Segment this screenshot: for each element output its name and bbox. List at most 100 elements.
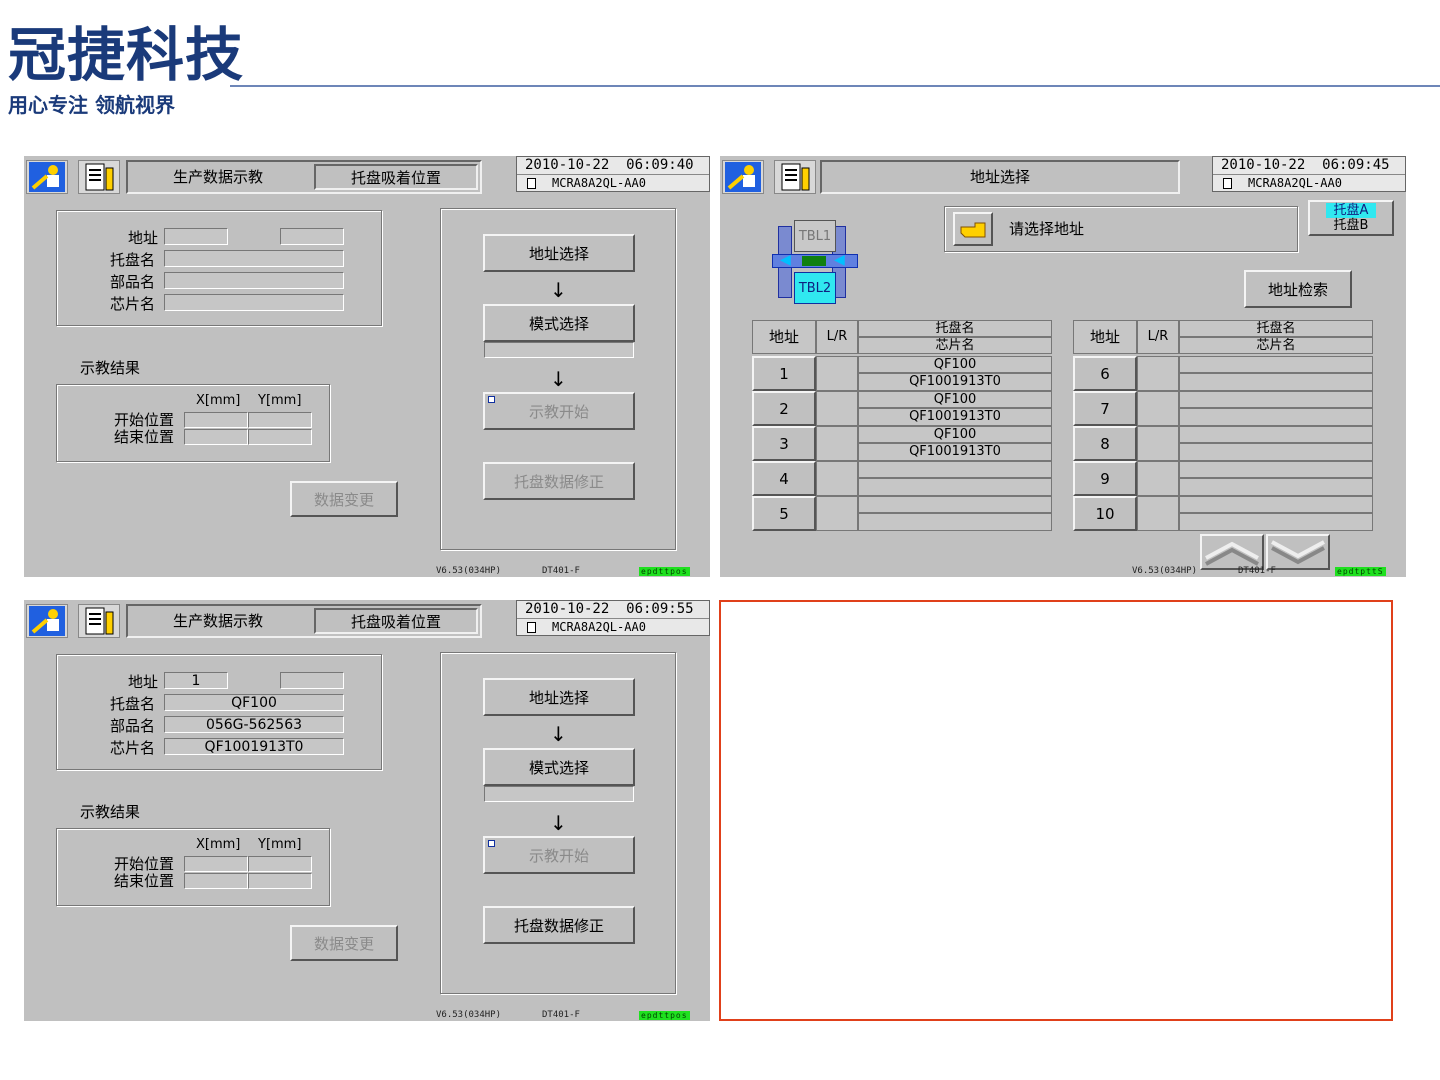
tray-name-cell: QF100 [858,356,1052,373]
address-button[interactable]: 3 [752,426,816,461]
page-up-button[interactable] [1200,534,1264,570]
tray-name-cell [1179,356,1373,373]
datetime: 2010-10-22 06:09:45 [1221,157,1390,173]
start-y-field[interactable] [248,856,312,872]
col-y-header: Y[mm] [258,837,302,852]
header-divider [230,85,1440,87]
address-select-button[interactable]: 地址选择 [483,678,635,716]
status-indicator: epdtpttS [1335,567,1386,576]
chevron-down-icon [1271,540,1325,565]
address-select-screen: 地址选择 2010-10-22 06:09:45 MCRA8A2QL-AA0 T… [720,156,1406,577]
address-button[interactable]: 1 [752,356,816,391]
end-y-field[interactable] [248,873,312,889]
model-name: MCRA8A2QL-AA0 [552,176,646,190]
operator-icon[interactable] [26,160,68,194]
teach-start-label: 示教开始 [528,402,589,421]
address-button[interactable]: 8 [1073,426,1137,461]
tbl1-block[interactable]: TBL1 [794,220,836,252]
empty-placeholder-frame [719,600,1393,1021]
device-label: DT401-F [542,1010,580,1020]
lr-cell [816,356,858,391]
address-select-button[interactable]: 地址选择 [483,234,635,272]
address-field[interactable] [164,228,228,245]
start-y-field[interactable] [248,412,312,428]
device-label: DT401-F [542,566,580,576]
mode-display-field [484,342,634,358]
mode-select-button[interactable]: 模式选择 [483,304,635,342]
tray-data-fix-button[interactable]: 托盘数据修正 [483,462,635,500]
address-button[interactable]: 7 [1073,391,1137,426]
tab-title: 生产数据示教 [172,612,263,630]
tab-subtitle: 托盘吸着位置 [314,608,478,634]
address-extra-field[interactable] [280,228,344,245]
operator-icon[interactable] [722,160,764,194]
lr-cell [1137,496,1179,531]
tab-header: 生产数据示教 托盘吸着位置 [126,604,482,638]
document-icon[interactable] [78,160,120,194]
mode-select-button[interactable]: 模式选择 [483,748,635,786]
address-button[interactable]: 5 [752,496,816,531]
chip-name-field[interactable] [164,294,344,311]
chip-name-cell: QF1001913T0 [858,373,1052,391]
address-button[interactable]: 6 [1073,356,1137,391]
operator-icon[interactable] [26,604,68,638]
tray-name-field[interactable] [164,250,344,267]
address-button[interactable]: 10 [1073,496,1137,531]
teach-start-button[interactable]: 示教开始 [483,836,635,874]
tray-a-option[interactable]: 托盘A [1325,203,1377,218]
tray-name-field[interactable]: QF100 [164,694,344,711]
version-label: V6.53(034HP) [436,566,502,576]
left-arrow-icon: ◀ [834,252,845,268]
address-button[interactable]: 4 [752,461,816,496]
pointing-hand-icon [953,212,993,246]
address-field[interactable]: 1 [164,672,228,689]
tbl2-block[interactable]: TBL2 [794,272,836,304]
prompt-box: 请选择地址 [944,206,1298,252]
tab-subtitle: 托盘吸着位置 [314,164,478,190]
end-x-field[interactable] [184,429,248,445]
address-button[interactable]: 2 [752,391,816,426]
end-y-field[interactable] [248,429,312,445]
header-address: 地址 [1073,320,1137,354]
lr-cell [1137,356,1179,391]
label-tray-name: 托盘名 [110,251,156,269]
address-search-button[interactable]: 地址检索 [1244,270,1352,308]
address-table-right: 地址 L/R 托盘名 芯片名 6 7 8 9 10 [1073,320,1373,534]
data-change-button[interactable]: 数据变更 [290,925,398,961]
label-address: 地址 [128,229,159,247]
tray-b-option[interactable]: 托盘B [1334,218,1369,233]
page-down-button[interactable] [1266,534,1330,570]
tab-header: 生产数据示教 托盘吸着位置 [126,160,482,194]
chip-name-cell [1179,443,1373,461]
address-button[interactable]: 9 [1073,461,1137,496]
label-tray-name: 托盘名 [110,695,156,713]
part-name-field[interactable]: 056G-562563 [164,716,344,733]
chip-name-field[interactable]: QF1001913T0 [164,738,344,755]
address-extra-field[interactable] [280,672,344,689]
tray-name-cell [858,461,1052,478]
start-x-field[interactable] [184,412,248,428]
end-x-field[interactable] [184,873,248,889]
teach-start-button[interactable]: 示教开始 [483,392,635,430]
tray-name-cell [858,496,1052,513]
tray-name-cell [1179,461,1373,478]
version-label: V6.53(034HP) [1132,566,1198,576]
status-indicator: epdttpos [639,1011,690,1020]
device-label: DT401-F [1238,566,1276,576]
part-name-field[interactable] [164,272,344,289]
data-change-button[interactable]: 数据变更 [290,481,398,517]
start-x-field[interactable] [184,856,248,872]
tray-data-fix-button[interactable]: 托盘数据修正 [483,906,635,944]
tab-title: 地址选择 [820,160,1180,194]
col-x-header: X[mm] [196,837,241,852]
end-position-label: 结束位置 [114,428,175,446]
lock-icon [488,396,495,403]
document-icon[interactable] [774,160,816,194]
teach-screen-1: 生产数据示教 托盘吸着位置 2010-10-22 06:09:40 MCRA8A… [24,156,710,577]
document-icon[interactable] [78,604,120,638]
chevron-up-icon [1205,541,1259,566]
lr-cell [816,461,858,496]
tray-toggle[interactable]: 托盘A 托盘B [1308,200,1394,236]
tray-name-cell [1179,391,1373,408]
down-arrow-icon: ↓ [550,722,567,746]
